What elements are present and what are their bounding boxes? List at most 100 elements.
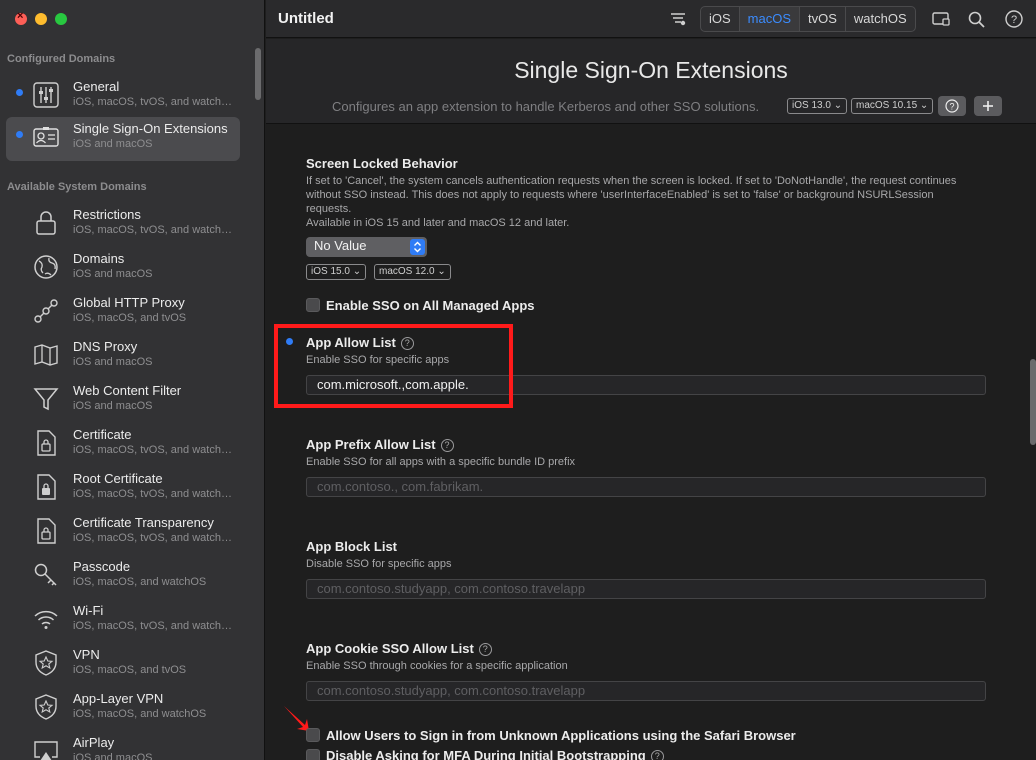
sidebar-item-title: Certificate [73, 427, 132, 442]
macos-version-badge: macOS 10.15 ⌄ [851, 98, 934, 114]
add-payload-button[interactable] [974, 96, 1002, 116]
sidebar-item-subtitle: iOS and macOS [73, 138, 153, 150]
sidebar-item-title: VPN [73, 647, 100, 662]
sidebar-item-subtitle: iOS, macOS, tvOS, and watchOS [73, 224, 233, 236]
app-block-list-input[interactable]: com.contoso.studyapp, com.contoso.travel… [306, 579, 986, 599]
disable-mfa-bootstrapping-label: Disable Asking for MFA During Initial Bo… [326, 748, 664, 760]
preview-icon[interactable] [931, 9, 951, 29]
vpn-shield-icon [31, 648, 61, 678]
globe-icon [31, 252, 61, 282]
sidebar-item-subtitle: iOS and macOS [73, 400, 153, 412]
configured-domains-header: Configured Domains [7, 53, 116, 65]
sidebar-item-subtitle: iOS, macOS, and tvOS [73, 664, 187, 676]
app-prefix-allow-list-input[interactable]: com.contoso., com.fabrikam. [306, 477, 986, 497]
network-icon [31, 296, 61, 326]
zoom-window-button[interactable] [55, 13, 67, 25]
sidebar-item-vpn[interactable]: VPN iOS, macOS, and tvOS [6, 643, 240, 687]
platform-tab-ios[interactable]: iOS [701, 7, 740, 31]
plus-icon [983, 101, 993, 111]
root-certificate-icon [31, 472, 61, 502]
disable-mfa-bootstrapping-checkbox[interactable] [306, 749, 320, 760]
sidebar-item-subtitle: iOS, macOS, tvOS, and watchOS [73, 444, 233, 456]
screen-locked-behavior-title: Screen Locked Behavior [306, 156, 458, 171]
sidebar-item-wi-fi[interactable]: Wi-Fi iOS, macOS, tvOS, and watchOS [6, 599, 240, 643]
sidebar-item-subtitle: iOS, macOS, and watchOS [73, 576, 207, 588]
enable-sso-all-managed-apps-checkbox[interactable] [306, 298, 320, 312]
sidebar-item-title: App-Layer VPN [73, 691, 164, 706]
window-title: Untitled [278, 10, 334, 27]
sidebar-item-title: Restrictions [73, 207, 141, 222]
payload-help-button[interactable]: ? [938, 96, 966, 116]
sidebar-item-title: Passcode [73, 559, 131, 574]
screen-locked-availability: Available in iOS 15 and later and macOS … [306, 217, 570, 229]
sidebar-item-single-sign-on-extensions[interactable]: Single Sign-On Extensions iOS and macOS [6, 117, 240, 161]
app-window: Configured Domains General iOS, macOS, t… [0, 0, 1036, 760]
sidebar-item-title: Web Content Filter [73, 383, 182, 398]
app-block-list-description: Disable SSO for specific apps [306, 558, 452, 570]
sidebar-item-title: General [73, 79, 120, 94]
filter-icon[interactable] [668, 9, 688, 29]
sidebar-item-root-certificate[interactable]: Root Certificate iOS, macOS, tvOS, and w… [6, 467, 240, 511]
payload-description: Configures an app extension to handle Ke… [332, 99, 760, 114]
content-scrollbar[interactable] [1030, 359, 1036, 445]
wifi-icon [31, 604, 61, 634]
minimize-window-button[interactable] [35, 13, 47, 25]
sidebar-item-title: Global HTTP Proxy [73, 295, 185, 310]
sidebar-item-title: Root Certificate [73, 471, 163, 486]
sidebar-item-subtitle: iOS and macOS [73, 268, 153, 280]
app-block-list-title: App Block List [306, 539, 398, 554]
ios-version-badge: iOS 15.0 ⌄ [306, 264, 367, 280]
svg-text:?: ? [949, 102, 954, 112]
sidebar-item-certificate-transparency[interactable]: Certificate Transparency iOS, macOS, tvO… [6, 511, 240, 555]
window-controls [15, 10, 67, 25]
sidebar-item-web-content-filter[interactable]: Web Content Filter iOS and macOS [6, 379, 240, 423]
help-circle-icon[interactable]: ? [478, 643, 492, 656]
sidebar-item-certificate[interactable]: Certificate iOS, macOS, tvOS, and watchO… [6, 423, 240, 467]
sidebar-item-title: Domains [73, 251, 125, 266]
platform-tab-tvos[interactable]: tvOS [800, 7, 846, 31]
sidebar-item-global-http-proxy[interactable]: Global HTTP Proxy iOS, macOS, and tvOS [6, 291, 240, 335]
sidebar-item-general[interactable]: General iOS, macOS, tvOS, and watchOS [6, 75, 240, 119]
sidebar-item-app-layer-vpn[interactable]: App-Layer VPN iOS, macOS, and watchOS [6, 687, 240, 731]
sidebar: Configured Domains General iOS, macOS, t… [0, 0, 265, 760]
chevron-up-down-icon [410, 239, 425, 255]
screen-locked-behavior-popup[interactable]: No Value [306, 237, 427, 257]
app-cookie-sso-allow-list-description: Enable SSO through cookies for a specifi… [306, 660, 568, 672]
macos-version-badge: macOS 12.0 ⌄ [374, 264, 451, 280]
badge-label: iOS 15.0 [311, 266, 350, 277]
app-prefix-allow-list-title: App Prefix Allow List? [306, 437, 454, 452]
platform-tab-macos[interactable]: macOS [739, 7, 801, 31]
configured-indicator [16, 89, 23, 96]
question-icon: ? [945, 99, 959, 113]
help-circle-icon[interactable]: ? [650, 750, 664, 760]
sidebar-item-domains[interactable]: Domains iOS and macOS [6, 247, 240, 291]
sidebar-item-airplay[interactable]: AirPlay iOS and macOS [6, 731, 240, 760]
funnel-icon [31, 384, 61, 414]
available-domains-header: Available System Domains [7, 181, 147, 193]
toolbar: Untitled iOS macOS tvOS watchOS ? [266, 0, 1036, 38]
check-label-text: Disable Asking for MFA During Initial Bo… [326, 748, 646, 760]
configured-indicator [16, 131, 23, 138]
platform-tab-watchos[interactable]: watchOS [846, 7, 915, 31]
badge-label: macOS 12.0 [379, 266, 435, 277]
help-icon[interactable]: ? [1004, 9, 1024, 29]
help-circle-icon[interactable]: ? [440, 439, 454, 452]
sidebar-item-title: Wi-Fi [73, 603, 104, 618]
svg-text:?: ? [1011, 14, 1017, 26]
screen-locked-behavior-description: If set to 'Cancel', the system cancels a… [306, 175, 957, 215]
sidebar-item-dns-proxy[interactable]: DNS Proxy iOS and macOS [6, 335, 240, 379]
sidebar-item-subtitle: iOS, macOS, tvOS, and watchOS [73, 532, 233, 544]
sidebar-item-title: DNS Proxy [73, 339, 138, 354]
sidebar-item-subtitle: iOS, macOS, and tvOS [73, 312, 187, 324]
sidebar-item-passcode[interactable]: Passcode iOS, macOS, and watchOS [6, 555, 240, 599]
sidebar-item-title: AirPlay [73, 735, 115, 750]
map-icon [31, 340, 61, 370]
sidebar-scrollbar[interactable] [255, 48, 261, 100]
platform-segmented-control: iOS macOS tvOS watchOS [700, 6, 916, 32]
sidebar-item-restrictions[interactable]: Restrictions iOS, macOS, tvOS, and watch… [6, 203, 240, 247]
sidebar-item-subtitle: iOS, macOS, tvOS, and watchOS [73, 620, 233, 632]
allow-unknown-apps-safari-checkbox[interactable] [306, 728, 320, 742]
search-icon[interactable] [966, 9, 986, 29]
close-window-button[interactable] [15, 10, 27, 25]
app-cookie-sso-allow-list-input[interactable]: com.contoso.studyapp, com.contoso.travel… [306, 681, 986, 701]
